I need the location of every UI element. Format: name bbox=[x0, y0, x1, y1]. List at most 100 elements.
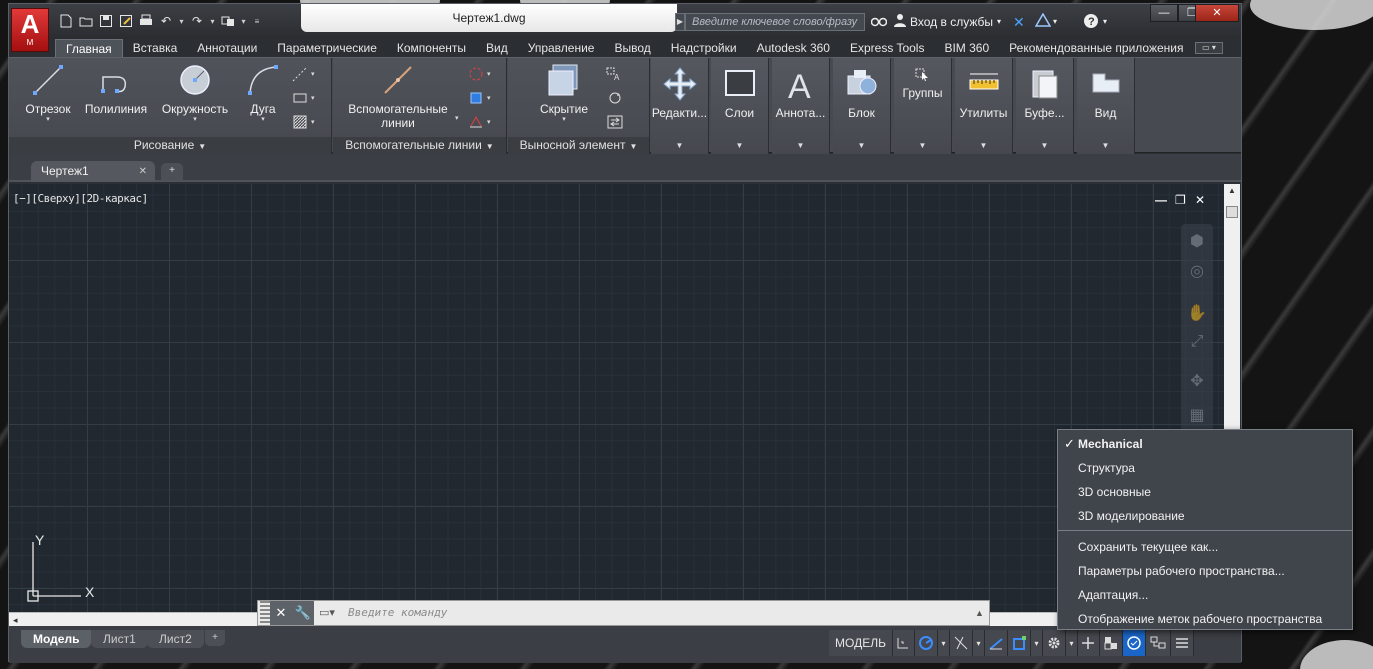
annotation-panel-button[interactable]: A Аннота... ▼ bbox=[772, 58, 830, 154]
ribbon-tab-output[interactable]: Вывод bbox=[604, 39, 660, 57]
viewport-restore-icon[interactable]: ❐ bbox=[1175, 193, 1186, 207]
redo-dropdown-icon[interactable]: ▾ bbox=[208, 12, 217, 30]
showmotion-icon[interactable]: ▦ bbox=[1187, 406, 1207, 426]
binoculars-icon[interactable] bbox=[870, 13, 888, 32]
clipboard-panel-button[interactable]: Буфе... ▼ bbox=[1016, 58, 1074, 154]
workspace-item-mechanical[interactable]: ✓ Mechanical bbox=[1058, 432, 1352, 456]
save-icon[interactable] bbox=[97, 12, 115, 30]
a360-icon[interactable] bbox=[1034, 12, 1052, 32]
steering-wheel-icon[interactable]: ◎ bbox=[1187, 262, 1207, 282]
add-layout-icon[interactable]: + bbox=[205, 630, 225, 646]
object-snap-tracking-icon[interactable] bbox=[984, 630, 1008, 656]
undo-icon[interactable]: ↶ bbox=[157, 12, 175, 30]
object-snap-dropdown-icon[interactable]: ▾ bbox=[1030, 630, 1043, 656]
ribbon-tab-bim360[interactable]: BIM 360 bbox=[934, 39, 999, 57]
hatch-small-tool[interactable]: ▾ bbox=[291, 112, 319, 132]
command-history-up-icon[interactable]: ▲ bbox=[975, 608, 989, 618]
customization-menu-icon[interactable] bbox=[1170, 630, 1194, 656]
isodraft-icon[interactable] bbox=[949, 630, 973, 656]
close-icon[interactable]: ✕ bbox=[139, 161, 147, 182]
polyline-tool[interactable]: Полилиния bbox=[81, 62, 151, 116]
ribbon-tab-featured-apps[interactable]: Рекомендованные приложения bbox=[999, 39, 1193, 57]
object-snap-icon[interactable] bbox=[1007, 630, 1031, 656]
search-expand-icon[interactable]: ▶ bbox=[675, 13, 685, 31]
help-icon[interactable]: ? bbox=[1083, 13, 1099, 34]
model-space-button[interactable]: МОДЕЛЬ bbox=[829, 630, 893, 656]
orbit-icon[interactable]: ✥ bbox=[1187, 372, 1207, 392]
sign-in-dropdown-icon[interactable]: ▾ bbox=[997, 13, 1001, 31]
ribbon-tab-annotate[interactable]: Аннотации bbox=[187, 39, 267, 57]
line-tool[interactable]: Отрезок ▾ bbox=[23, 62, 73, 124]
regen-small-tool[interactable] bbox=[606, 88, 634, 108]
modify-panel-button[interactable]: Редакти... ▼ bbox=[651, 58, 709, 154]
workspace-switch-icon[interactable] bbox=[219, 12, 237, 30]
layout-tab-model[interactable]: Модель bbox=[21, 630, 92, 648]
close-button[interactable]: ✕ bbox=[1195, 4, 1239, 22]
customize-item[interactable]: Адаптация... bbox=[1058, 583, 1352, 607]
quick-properties-icon[interactable] bbox=[1122, 630, 1146, 656]
block-panel-button[interactable]: Блок ▼ bbox=[833, 58, 891, 154]
arc-tool[interactable]: Дуга ▾ bbox=[243, 62, 283, 124]
new-tab-button[interactable]: + bbox=[161, 163, 183, 180]
hide-tool[interactable]: Скрытие ▾ bbox=[532, 62, 596, 124]
ribbon-tab-parametric[interactable]: Параметрические bbox=[267, 39, 387, 57]
save-current-as-item[interactable]: Сохранить текущее как... bbox=[1058, 535, 1352, 559]
exchange-apps-icon[interactable]: ✕ bbox=[1013, 13, 1025, 31]
polar-tracking-icon[interactable] bbox=[914, 630, 938, 656]
workspace-dropdown-icon[interactable]: ▾ bbox=[1065, 630, 1078, 656]
ribbon-tab-insert[interactable]: Вставка bbox=[123, 39, 188, 57]
workspace-item-3d-basics[interactable]: 3D основные bbox=[1058, 480, 1352, 504]
isodraft-dropdown-icon[interactable]: ▾ bbox=[972, 630, 985, 656]
print-icon[interactable] bbox=[137, 12, 155, 30]
save-as-icon[interactable] bbox=[117, 12, 135, 30]
undo-dropdown-icon[interactable]: ▾ bbox=[177, 12, 186, 30]
panel-construction-title[interactable]: Вспомогательные линии ▼ bbox=[333, 137, 506, 154]
open-folder-icon[interactable] bbox=[77, 12, 95, 30]
panel-draw-title[interactable]: Рисование ▼ bbox=[9, 137, 331, 154]
viewcube-icon[interactable]: ⬢ bbox=[1187, 232, 1207, 252]
command-line-grip[interactable] bbox=[260, 601, 270, 625]
close-command-line-icon[interactable]: ✕ bbox=[270, 601, 292, 625]
rectangle-small-tool[interactable]: ▾ bbox=[291, 88, 319, 108]
annotation-monitor-plus-icon[interactable] bbox=[1077, 630, 1100, 656]
zoom-extents-icon[interactable]: ⤢ bbox=[1187, 332, 1207, 352]
viewport-minimize-icon[interactable]: — bbox=[1155, 193, 1167, 207]
construction-dropdown-icon[interactable]: ▾ bbox=[455, 114, 459, 122]
swap-small-tool[interactable] bbox=[606, 112, 634, 132]
scroll-left-icon[interactable]: ◂ bbox=[13, 613, 18, 627]
command-history-icon[interactable]: ▭▾ bbox=[314, 601, 340, 625]
ribbon-tab-home[interactable]: Главная bbox=[55, 39, 123, 57]
scroll-up-icon[interactable]: ▲ bbox=[1224, 186, 1240, 195]
view-panel-button[interactable]: Вид ▼ bbox=[1077, 58, 1135, 154]
layout-tab-sheet2[interactable]: Лист2 bbox=[147, 630, 204, 648]
customize-qat-icon[interactable]: ≡ bbox=[250, 12, 264, 30]
circle-tool[interactable]: Окружность ▾ bbox=[159, 62, 231, 124]
pan-hand-icon[interactable]: ✋ bbox=[1187, 304, 1207, 324]
sign-in-menu[interactable]: Вход в службы bbox=[910, 13, 993, 31]
panel-detail-title[interactable]: Выносной элемент ▼ bbox=[508, 137, 649, 154]
ribbon-tab-autodesk360[interactable]: Autodesk 360 bbox=[747, 39, 840, 57]
graphics-performance-icon[interactable] bbox=[1145, 630, 1171, 656]
workspace-item-structure[interactable]: Структура bbox=[1058, 456, 1352, 480]
units-icon[interactable] bbox=[1099, 630, 1123, 656]
display-workspace-label-item[interactable]: Отображение меток рабочего пространства bbox=[1058, 607, 1352, 631]
ortho-icon[interactable] bbox=[892, 630, 915, 656]
search-input[interactable]: Введите ключевое слово/фразу bbox=[685, 13, 865, 31]
doc-tab-active[interactable]: Чертеж1 ✕ bbox=[31, 161, 155, 182]
ribbon-minimize-toggle[interactable]: ▭ ▾ bbox=[1195, 42, 1223, 54]
scrollbar-thumb[interactable] bbox=[1226, 206, 1238, 218]
ribbon-tab-express-tools[interactable]: Express Tools bbox=[840, 39, 934, 57]
ribbon-tab-manage[interactable]: Управление bbox=[518, 39, 605, 57]
workspace-item-3d-modeling[interactable]: 3D моделирование bbox=[1058, 504, 1352, 528]
construction-line-small-tool[interactable]: ▾ bbox=[291, 64, 319, 84]
a360-dropdown-icon[interactable]: ▾ bbox=[1053, 13, 1057, 31]
redo-icon[interactable]: ↷ bbox=[188, 12, 206, 30]
polar-dropdown-icon[interactable]: ▾ bbox=[937, 630, 950, 656]
command-input[interactable]: Введите команду bbox=[340, 601, 975, 625]
workspace-settings-item[interactable]: Параметры рабочего пространства... bbox=[1058, 559, 1352, 583]
workspace-dropdown-icon[interactable]: ▾ bbox=[239, 12, 248, 30]
ribbon-tab-addins[interactable]: Надстройки bbox=[661, 39, 747, 57]
customize-wrench-icon[interactable]: 🔧 bbox=[292, 601, 314, 625]
symmetry-small-tool[interactable]: ▾ bbox=[467, 112, 495, 132]
groups-panel-button[interactable]: Группы ▼ bbox=[894, 58, 952, 154]
